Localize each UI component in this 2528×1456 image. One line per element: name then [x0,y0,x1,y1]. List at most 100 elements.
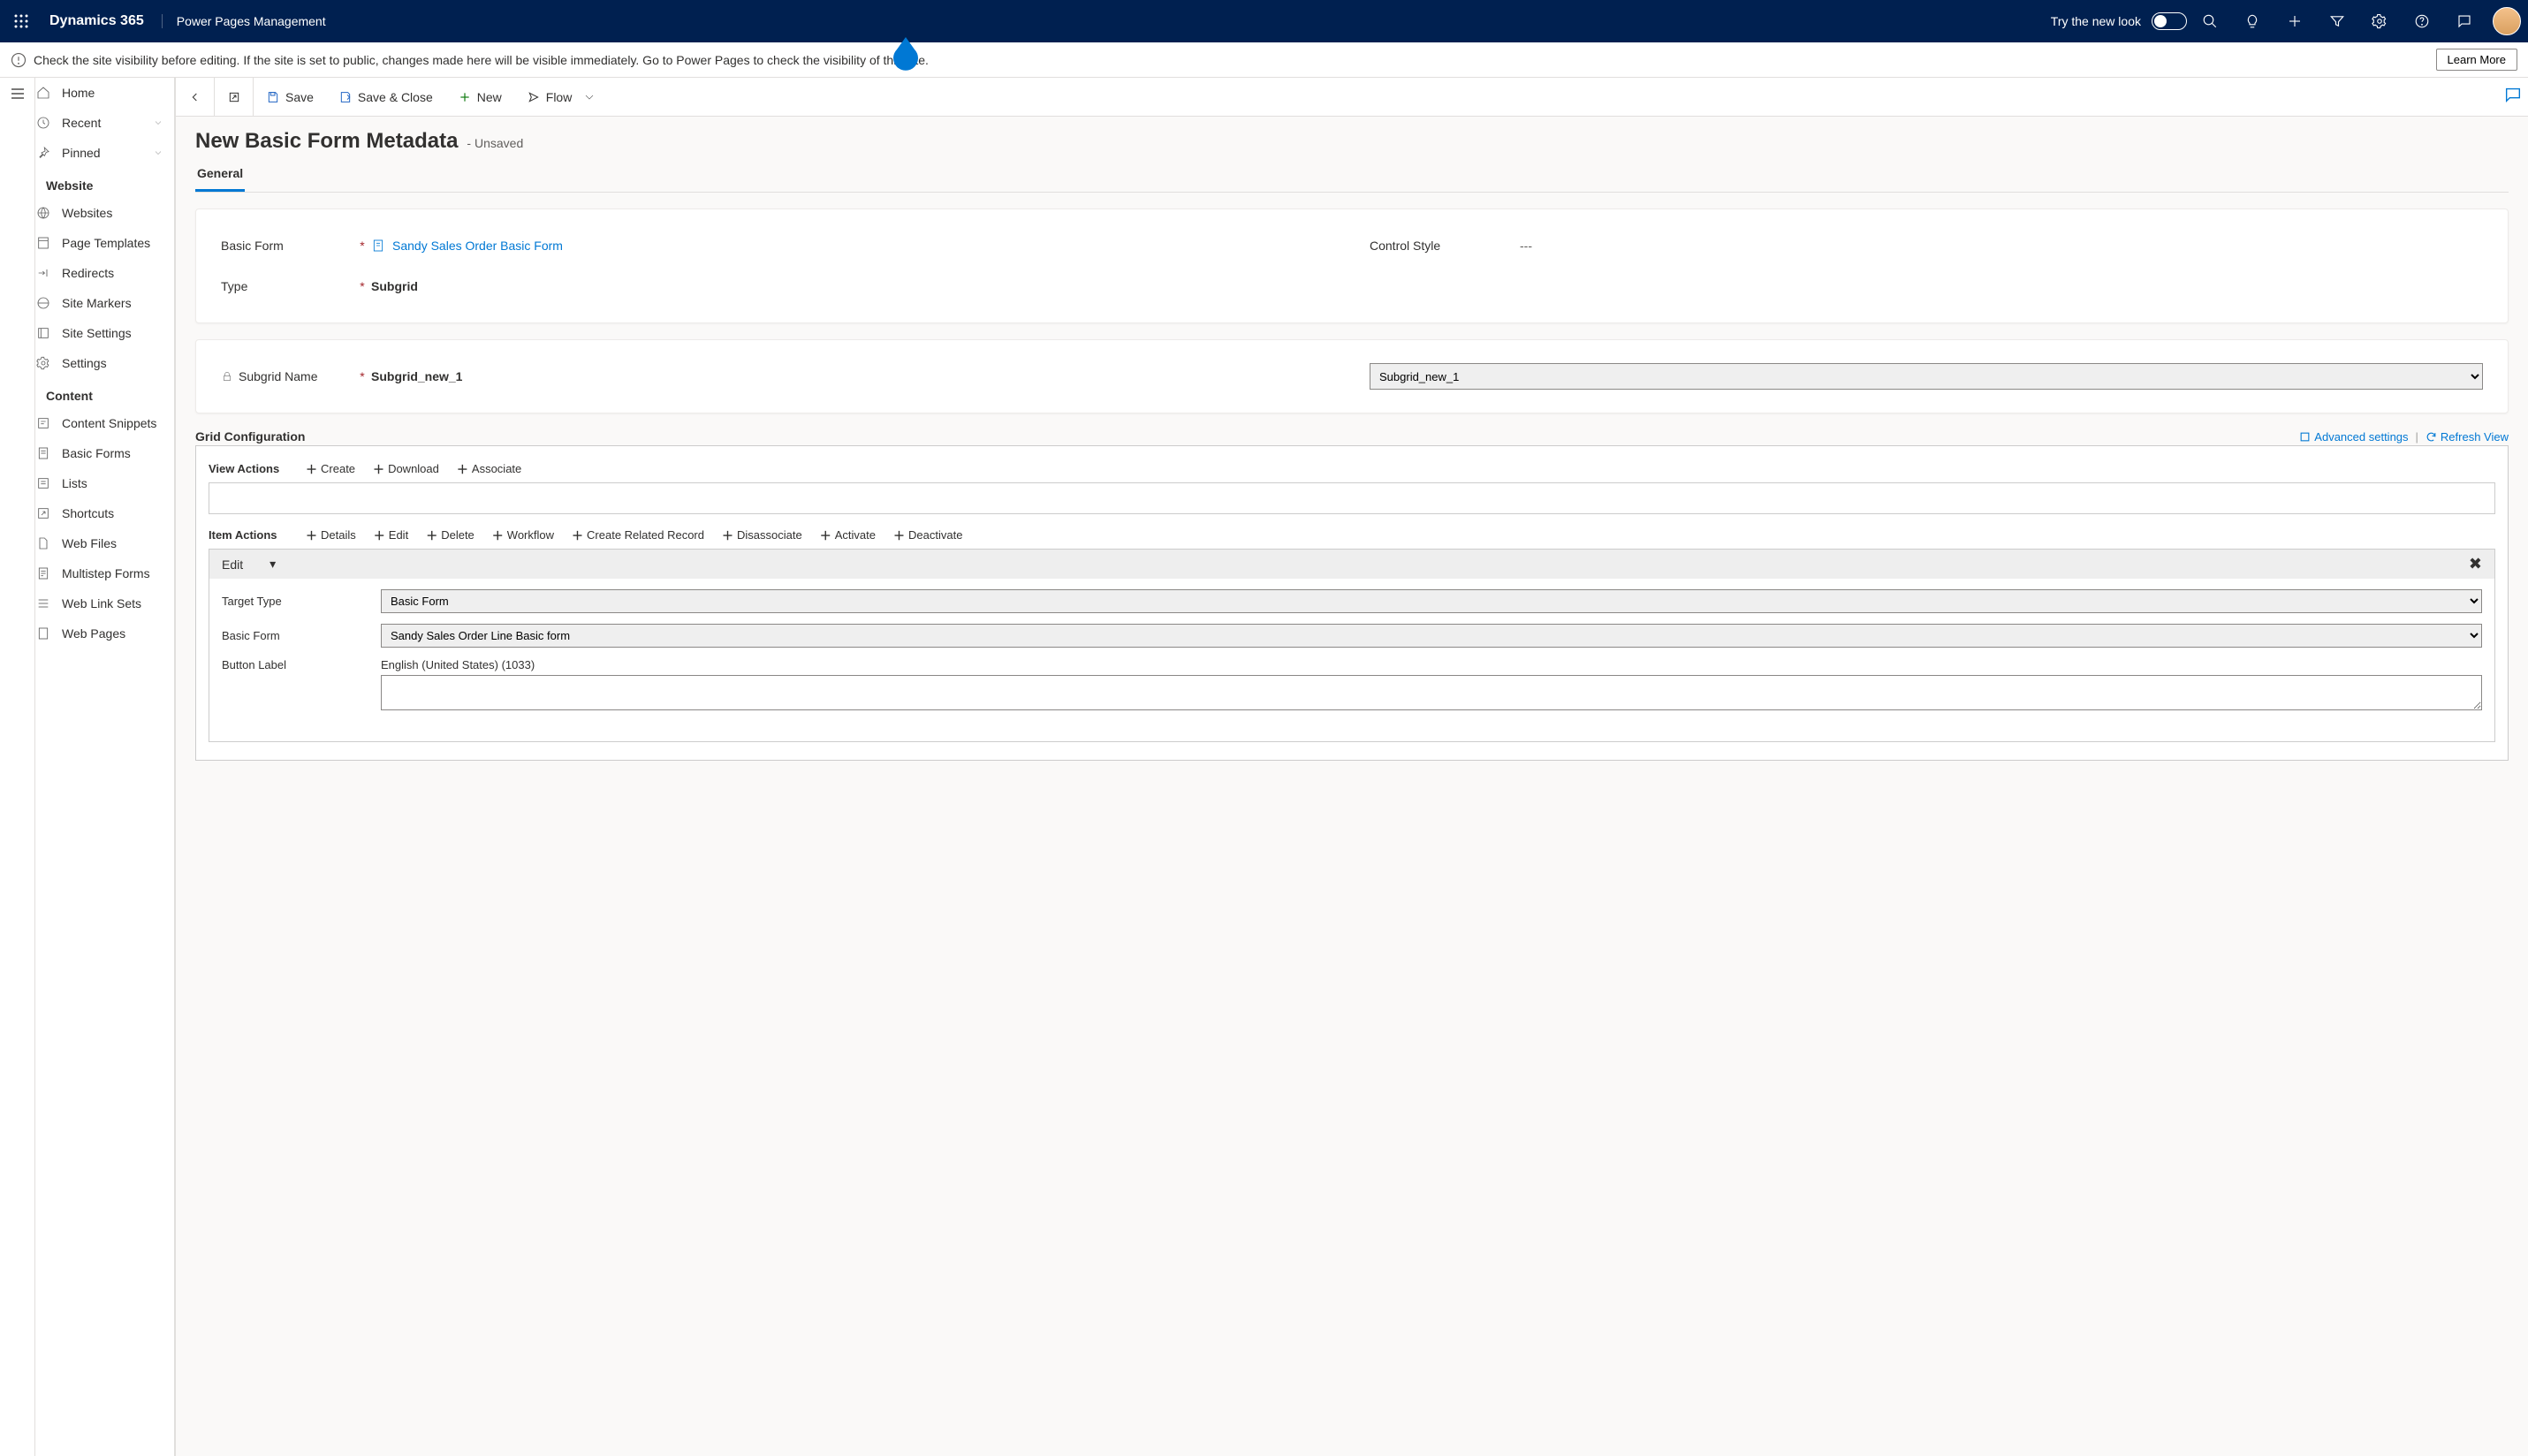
close-icon[interactable]: ✖ [2469,555,2482,573]
required-indicator: * [353,239,371,253]
action-deactivate[interactable]: ＋Deactivate [893,527,962,543]
form-icon [371,239,385,253]
back-button[interactable] [176,78,215,117]
teaching-callout-icon [892,37,920,72]
multistep-icon [35,565,51,581]
nav-web-pages[interactable]: Web Pages [35,618,174,648]
flow-button[interactable]: Flow [514,78,610,117]
button-label-label: Button Label [222,658,381,671]
nav-shortcuts[interactable]: Shortcuts [35,498,174,528]
nav-label: Site Settings [62,326,132,340]
form-icon [35,445,51,461]
nav-websites[interactable]: Websites [35,198,174,228]
action-create-related[interactable]: ＋Create Related Record [572,527,704,543]
subgrid-name-card: Subgrid Name * Subgrid_new_1 Subgrid_new… [195,339,2509,413]
item-actions-label: Item Actions [209,528,288,542]
search-button[interactable] [2190,0,2229,42]
try-new-look-toggle[interactable] [2152,12,2187,30]
action-disassociate[interactable]: ＋Disassociate [722,527,802,543]
sidebar-nav: Home Recent Pinned Website Websites Page… [35,78,175,1456]
nav-page-templates[interactable]: Page Templates [35,228,174,258]
nav-site-markers[interactable]: Site Markers [35,288,174,318]
button-label-language: English (United States) (1033) [381,658,2482,671]
refresh-view-link[interactable]: Refresh View [2426,430,2509,444]
nav-label: Settings [62,356,107,370]
page-title: New Basic Form Metadata [195,129,458,154]
field-label-type: Type [221,279,353,293]
new-button[interactable]: New [445,78,514,117]
edit-action-panel: Target Type Basic Form Basic Form Sandy … [209,579,2495,742]
action-delete[interactable]: ＋Delete [426,527,474,543]
open-new-window-button[interactable] [215,78,254,117]
nav-web-link-sets[interactable]: Web Link Sets [35,588,174,618]
nav-multistep-forms[interactable]: Multistep Forms [35,558,174,588]
save-close-button[interactable]: Save & Close [326,78,445,117]
app-launcher-button[interactable] [7,7,35,35]
nav-web-files[interactable]: Web Files [35,528,174,558]
help-button[interactable] [2403,0,2441,42]
nav-lists[interactable]: Lists [35,468,174,498]
clock-icon [35,115,51,131]
button-label-input[interactable] [381,675,2482,710]
action-details[interactable]: ＋Details [306,527,356,543]
edit-action-header[interactable]: Edit ▾ ✖ [209,549,2495,579]
user-avatar[interactable] [2493,7,2521,35]
save-close-label: Save & Close [358,90,433,104]
field-value-type[interactable]: Subgrid [371,279,1334,293]
nav-label: Web Pages [62,626,125,641]
basic-form-select[interactable]: Sandy Sales Order Line Basic form [381,624,2482,648]
action-activate[interactable]: ＋Activate [820,527,876,543]
nav-label: Lists [62,476,87,490]
save-button[interactable]: Save [254,78,326,117]
flow-label: Flow [546,90,573,104]
brand-title[interactable]: Dynamics 365 [49,13,144,29]
action-workflow[interactable]: ＋Workflow [492,527,554,543]
basic-form-link[interactable]: Sandy Sales Order Basic Form [392,239,563,253]
nav-redirects[interactable]: Redirects [35,258,174,288]
redirect-icon [35,265,51,281]
filter-button[interactable] [2318,0,2357,42]
view-actions-empty-strip [209,482,2495,514]
target-type-select[interactable]: Basic Form [381,589,2482,613]
learn-more-button[interactable]: Learn More [2436,49,2517,71]
hamburger-button[interactable] [11,87,25,101]
advanced-settings-link[interactable]: Advanced settings [2299,430,2408,444]
chat-button[interactable] [2445,0,2484,42]
action-edit[interactable]: ＋Edit [374,527,408,543]
required-indicator: * [353,369,371,383]
field-value-basic-form[interactable]: Sandy Sales Order Basic Form [371,239,1334,253]
nav-basic-forms[interactable]: Basic Forms [35,438,174,468]
app-subtitle: Power Pages Management [162,14,326,28]
tab-general[interactable]: General [195,159,245,192]
nav-site-settings[interactable]: Site Settings [35,318,174,348]
file-icon [35,535,51,551]
try-new-look-label: Try the new look [2051,14,2141,28]
action-create[interactable]: ＋Create [306,460,355,477]
sidebar-collapse-strip [0,78,35,1456]
nav-label: Multistep Forms [62,566,150,580]
page-icon [35,626,51,641]
field-value-control-style[interactable]: --- [1520,239,2483,253]
required-indicator: * [353,279,371,293]
nav-pinned[interactable]: Pinned [35,138,174,168]
action-associate[interactable]: ＋Associate [457,460,521,477]
nav-settings[interactable]: Settings [35,348,174,378]
home-icon [35,85,51,101]
nav-recent[interactable]: Recent [35,108,174,138]
action-download[interactable]: ＋Download [373,460,439,477]
page-unsaved-indicator: - Unsaved [467,136,523,150]
copilot-button[interactable] [2503,85,2523,104]
insights-button[interactable] [2233,0,2272,42]
general-section-card: Basic Form * Sandy Sales Order Basic For… [195,209,2509,323]
nav-group-content: Content [35,378,174,408]
nav-content-snippets[interactable]: Content Snippets [35,408,174,438]
nav-label: Websites [62,206,112,220]
settings-button[interactable] [2360,0,2399,42]
edit-header-label: Edit [222,557,243,572]
subgrid-select[interactable]: Subgrid_new_1 [1370,363,2483,390]
add-button[interactable] [2275,0,2314,42]
target-type-label: Target Type [222,595,381,608]
nav-home[interactable]: Home [35,78,174,108]
sliders-icon [35,325,51,341]
nav-label: Redirects [62,266,114,280]
